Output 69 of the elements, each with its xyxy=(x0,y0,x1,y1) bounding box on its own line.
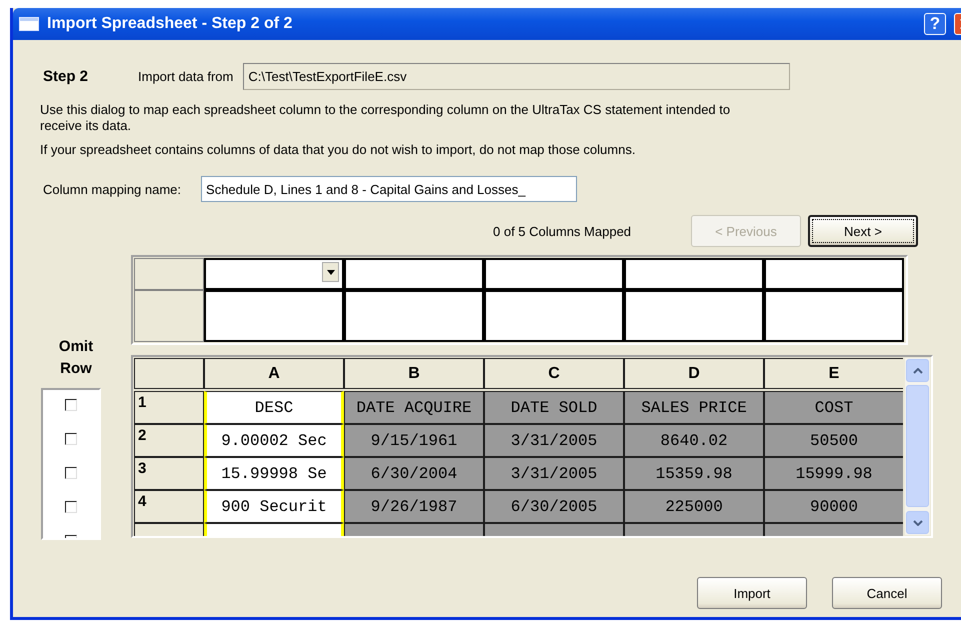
column-header[interactable]: B xyxy=(344,358,484,389)
omit-row-checkbox[interactable] xyxy=(65,433,77,445)
cancel-button[interactable]: Cancel xyxy=(832,577,942,609)
chevron-up-icon xyxy=(912,368,922,374)
mapping-cell[interactable] xyxy=(484,290,624,342)
table-cell: 9/26/1987 xyxy=(344,490,484,523)
table-cell: 9.00002 Sec xyxy=(204,424,344,457)
step-heading: Step 2 xyxy=(43,68,90,85)
corner-header-cell xyxy=(134,358,204,389)
row-header-cell xyxy=(134,290,204,342)
table-cell: 50500 xyxy=(764,424,903,457)
table-cell: 15.99998 Se xyxy=(204,457,344,490)
table-cell: DESC xyxy=(204,391,344,424)
mapping-cell[interactable] xyxy=(624,290,764,342)
field-label: Column mapping name: xyxy=(43,182,182,196)
field-label: Import data from xyxy=(138,69,234,84)
table-cell: 900 Securit xyxy=(204,490,344,523)
table-cell: 6/30/2005 xyxy=(484,490,624,523)
dropdown-button[interactable] xyxy=(322,262,339,282)
table-cell: 8640.02 xyxy=(624,424,764,457)
column-header[interactable]: D xyxy=(624,358,764,389)
chevron-down-icon xyxy=(912,520,922,526)
mapping-cell[interactable] xyxy=(204,258,344,290)
instruction-text: Use this dialog to map each spreadsheet column to the corresponding column on the UltraTax CS statement intended to receive its data. xyxy=(40,102,732,134)
row-header[interactable]: 3 xyxy=(134,457,204,490)
column-header[interactable]: E xyxy=(764,358,903,389)
row-header-cell xyxy=(134,258,204,290)
import-button[interactable]: Import xyxy=(697,577,807,609)
table-cell: 15999.98 xyxy=(764,457,903,490)
omit-row-checkbox[interactable] xyxy=(65,467,77,479)
table-cell: COST xyxy=(764,391,903,424)
row-header[interactable]: 4 xyxy=(134,490,204,523)
mapping-cell[interactable] xyxy=(764,258,904,290)
mapping-cell[interactable] xyxy=(484,258,624,290)
table-cell: 3/31/2005 xyxy=(484,457,624,490)
scroll-up-button[interactable] xyxy=(906,359,929,382)
scroll-down-button[interactable] xyxy=(906,511,929,534)
file-path-field: C:\Test\TestExportFileE.csv xyxy=(243,63,790,90)
mapping-cell[interactable] xyxy=(344,258,484,290)
row-header[interactable]: 2 xyxy=(134,424,204,457)
table-cell: DATE SOLD xyxy=(484,391,624,424)
window-icon xyxy=(19,17,39,31)
table-cell: SALES PRICE xyxy=(624,391,764,424)
omit-row-heading: Omit Row xyxy=(58,337,94,379)
table-cell: 6/30/2004 xyxy=(344,457,484,490)
mapping-cell[interactable] xyxy=(764,290,904,342)
table-cell: 3/31/2005 xyxy=(484,424,624,457)
column-header[interactable]: C xyxy=(484,358,624,389)
instruction-text: If your spreadsheet contains columns of data that you do not wish to import, do not map those columns. xyxy=(40,142,636,158)
mapped-status-text: 0 of 5 Columns Mapped xyxy=(493,224,632,238)
mapping-name-field[interactable]: Schedule D, Lines 1 and 8 - Capital Gains and Losses_ xyxy=(201,176,578,202)
help-button[interactable]: ? xyxy=(924,13,946,35)
omit-row-checkbox[interactable] xyxy=(65,399,77,411)
omit-row-checkbox[interactable] xyxy=(65,501,77,513)
mapping-cell[interactable] xyxy=(204,290,344,342)
next-button[interactable]: Next > xyxy=(808,215,918,247)
vertical-scrollbar[interactable] xyxy=(905,358,930,535)
mapping-cell[interactable] xyxy=(624,258,764,290)
scrollbar-thumb[interactable] xyxy=(906,385,929,507)
row-header[interactable]: 1 xyxy=(134,391,204,424)
mapping-cell[interactable] xyxy=(344,290,484,342)
caret-icon xyxy=(326,270,334,274)
window-title: Import Spreadsheet - Step 2 of 2 xyxy=(47,15,294,33)
table-cell: 9/15/1961 xyxy=(344,424,484,457)
column-header[interactable]: A xyxy=(204,358,344,389)
table-cell: 90000 xyxy=(764,490,903,523)
table-cell: 225000 xyxy=(624,490,764,523)
table-cell: DATE ACQUIRE xyxy=(344,391,484,424)
table-cell: 15359.98 xyxy=(624,457,764,490)
